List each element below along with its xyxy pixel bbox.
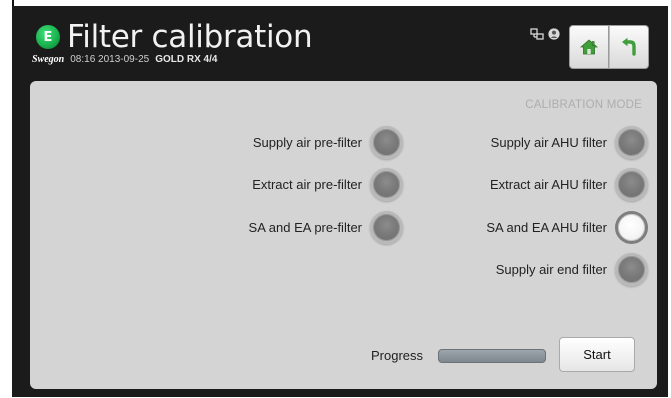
unit-model: GOLD RX	[155, 54, 201, 65]
filter-option-sa-and-ea-ahu-filter[interactable]: SA and EA AHU filter	[486, 211, 648, 244]
status-icons	[530, 28, 560, 40]
filter-toggle-knob[interactable]	[615, 253, 648, 286]
filter-option-supply-air-pre-filter[interactable]: Supply air pre-filter	[253, 126, 403, 159]
filter-option-extract-air-ahu-filter[interactable]: Extract air AHU filter	[490, 168, 648, 201]
filter-toggle-knob[interactable]	[370, 168, 403, 201]
start-button[interactable]: Start	[559, 337, 635, 372]
home-button[interactable]	[569, 25, 609, 69]
calibration-panel: CALIBRATION MODE Supply air pre-filter E…	[30, 81, 657, 389]
filter-label: Extract air pre-filter	[252, 177, 362, 192]
filter-label: Supply air AHU filter	[490, 135, 607, 150]
progress-bar	[438, 349, 546, 363]
back-button[interactable]	[609, 25, 649, 69]
filter-toggle-knob[interactable]	[370, 126, 403, 159]
app-screen: E Filter calibration Swegon 08:16 2013-0…	[12, 6, 668, 397]
filter-option-supply-air-ahu-filter[interactable]: Supply air AHU filter	[491, 126, 648, 159]
user-icon	[548, 28, 560, 40]
home-icon	[580, 39, 598, 55]
progress-label: Progress	[371, 348, 424, 363]
filter-option-supply-air-end-filter[interactable]: Supply air end filter	[496, 253, 648, 286]
page-indicator: 4/4	[203, 54, 218, 65]
back-arrow-icon	[622, 37, 636, 56]
filter-label: SA and EA AHU filter	[486, 220, 607, 235]
filter-toggle-knob[interactable]	[615, 211, 648, 244]
filter-toggle-knob[interactable]	[370, 211, 403, 244]
date-text: 2013-09-25	[98, 54, 150, 65]
time-text: 08:16	[70, 54, 96, 65]
filter-option-sa-and-ea-pre-filter[interactable]: SA and EA pre-filter	[249, 211, 403, 244]
filter-option-extract-air-pre-filter[interactable]: Extract air pre-filter	[252, 168, 403, 201]
filter-toggle-knob[interactable]	[615, 126, 648, 159]
status-line: Swegon 08:16 2013-09-25 GOLD RX 4/4	[32, 54, 217, 68]
network-icon	[530, 28, 544, 40]
filter-label: Supply air end filter	[495, 262, 607, 277]
filter-label: SA and EA pre-filter	[248, 220, 362, 235]
filter-label: Supply air pre-filter	[252, 135, 362, 150]
filter-toggle-knob[interactable]	[615, 168, 648, 201]
swegon-e-logo-icon: E	[36, 25, 60, 49]
calibration-mode-label: CALIBRATION MODE	[525, 99, 642, 111]
page-title: Filter calibration	[67, 19, 313, 55]
filter-label: Extract air AHU filter	[489, 177, 607, 192]
brand-logo: Swegon	[32, 54, 65, 65]
